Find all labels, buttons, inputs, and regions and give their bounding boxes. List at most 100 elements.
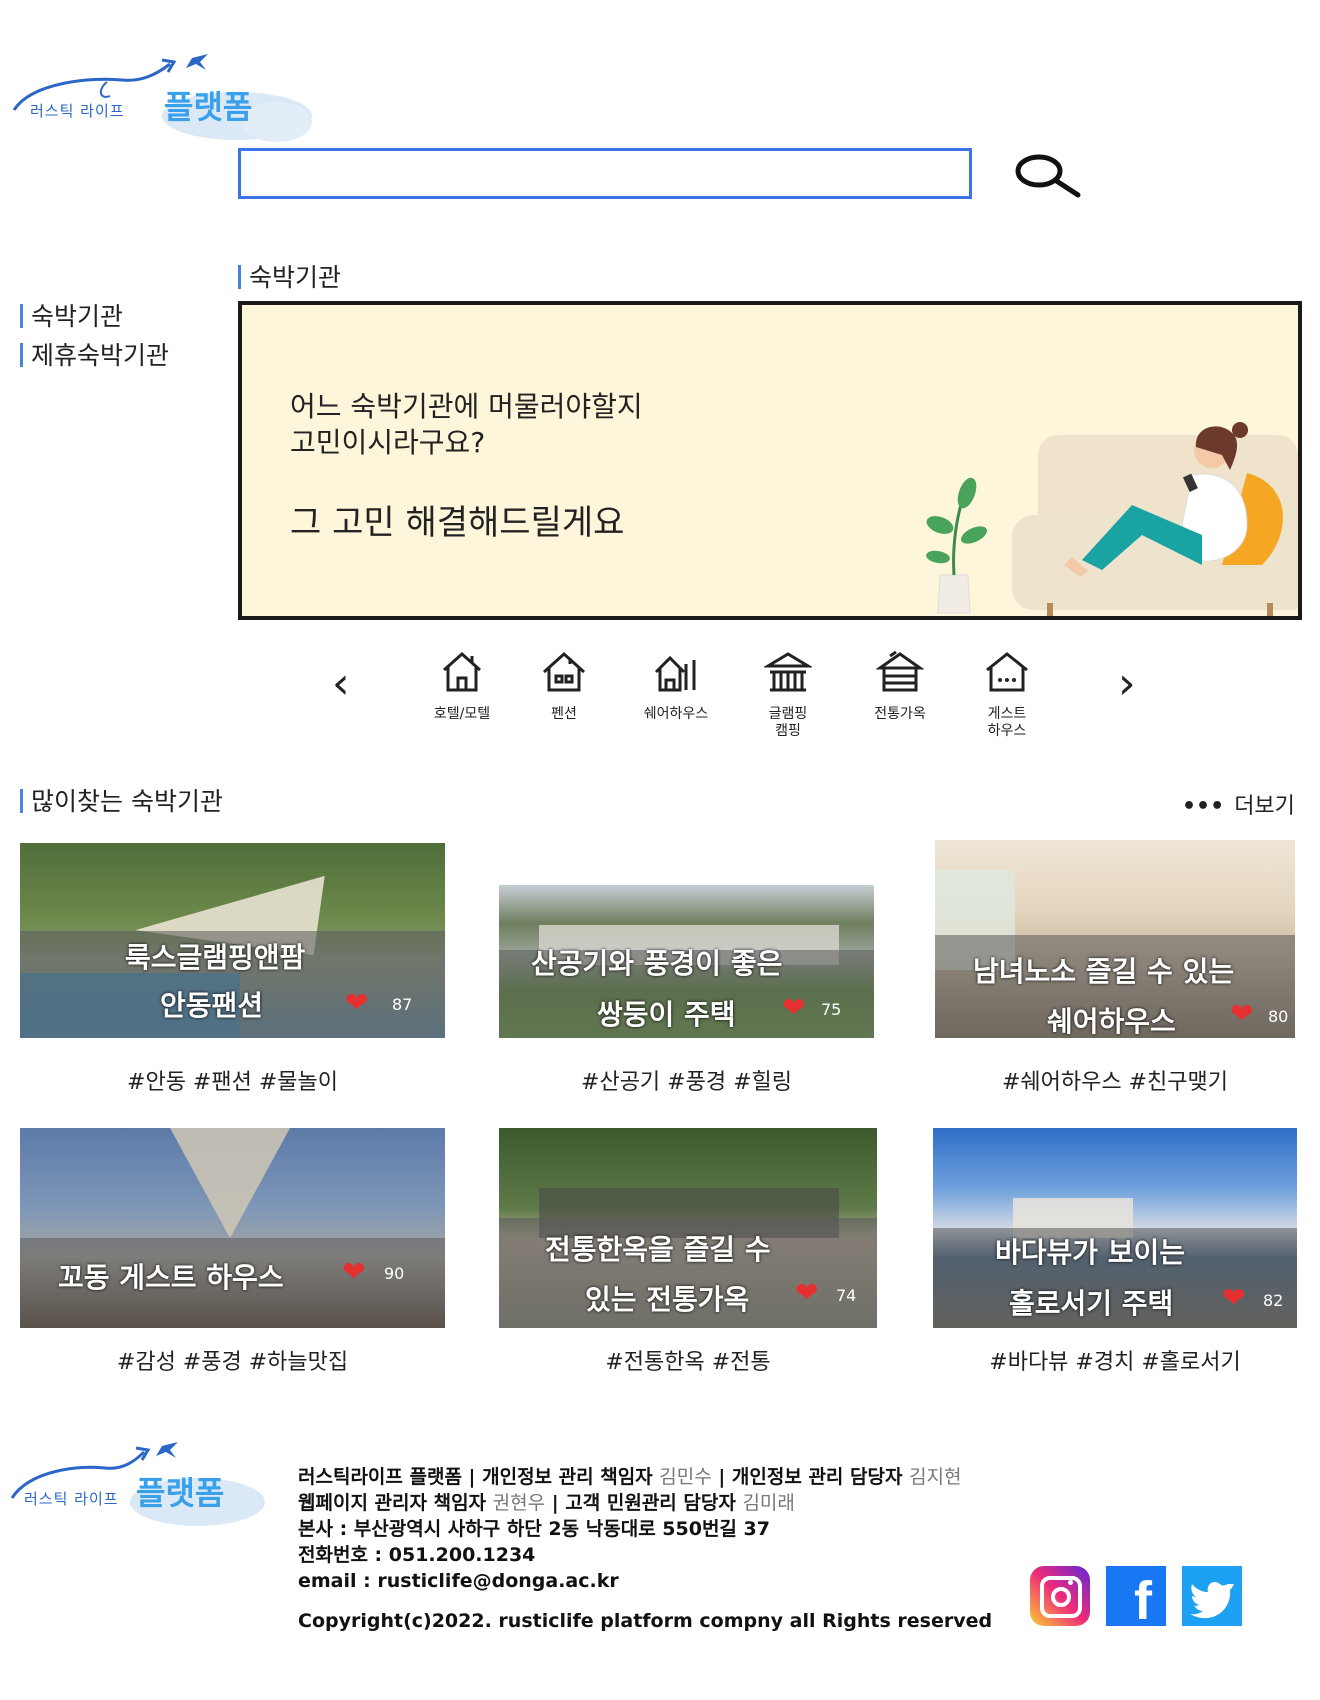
footer-line-2: 웹페이지 관리자 책임자 권현우 | 고객 민원관리 담당자 김미래 [298,1490,992,1516]
footer-name: 권현우 [492,1492,546,1514]
like-count: 90 [384,1264,405,1283]
footer-text: 웹페이지 관리자 책임자 [298,1492,493,1514]
heart-icon[interactable]: ❤ [1230,1000,1253,1028]
like-count: 82 [1263,1291,1284,1310]
search-button[interactable] [1006,148,1081,202]
traditional-house-icon [875,650,925,692]
site-logo[interactable]: 러스틱 라이프 플랫폼 [12,52,312,142]
card-title-line-1: 전통한옥을 즐길 수 [545,1233,771,1266]
logo-big-text: 플랫폼 [164,88,253,126]
card-tags: #전통한옥 #전통 [605,1350,771,1375]
share-house-icon [654,655,696,692]
footer-text: | 고객 민원관리 담당자 [545,1492,743,1514]
guest-house-icon [986,652,1028,692]
footer-address: 본사 : 부산광역시 사하구 하단 2동 낙동대로 550번길 37 [298,1518,770,1540]
card-title-line-1: 남녀노소 즐길 수 있는 [973,955,1235,988]
sidebar-item-accommodation[interactable]: 숙박기관 [20,297,123,333]
banner-line-3: 그 고민 해결해드릴게요 [290,503,625,543]
category-label: 글램핑 캠핑 [768,706,808,739]
card-tags: #바다뷰 #경치 #홀로서기 [989,1350,1241,1375]
category-prev-button[interactable]: ‹ [332,658,350,709]
accommodation-card[interactable]: 룩스글램핑앤팜 안동팬션 ❤ 87 [20,843,445,1038]
more-link-label: 더보기 [1234,794,1295,819]
sidebar-item-label: 제휴숙박기관 [31,341,170,370]
card-title-line-2: 홀로서기 주택 [1009,1287,1174,1320]
twitter-icon[interactable] [1182,1566,1242,1626]
like-count: 74 [836,1286,857,1305]
category-label: 전통가옥 [874,706,926,722]
logo-small-text: 러스틱 라이프 [30,102,125,120]
accent-bar [20,789,23,813]
more-link[interactable]: ••• 더보기 [1182,788,1295,820]
card-tags: #감성 #풍경 #하늘맛집 [116,1350,349,1375]
popular-title: 많이찾는 숙박기관 [20,782,223,818]
accommodation-card[interactable]: 산공기와 풍경이 좋은 쌍둥이 주택 ❤ 75 [499,885,874,1038]
search-icon [1015,154,1081,198]
more-dots-icon: ••• [1182,794,1225,819]
logo-big-text: 플랫폼 [136,1474,225,1512]
sidebar-item-label: 숙박기관 [31,302,124,331]
like-count: 80 [1268,1007,1289,1026]
category-traditional-house[interactable]: 전통가옥 [845,650,955,723]
card-tags: #산공기 #풍경 #힐링 [581,1070,792,1095]
footer-name: 김지현 [909,1466,962,1488]
instagram-icon[interactable] [1030,1566,1090,1626]
heart-icon[interactable]: ❤ [1222,1284,1245,1312]
banner-line-1: 어느 숙박기관에 머물러야할지 [290,390,643,423]
category-label: 펜션 [551,706,577,722]
accent-bar [238,265,241,289]
popular-title-text: 많이찾는 숙박기관 [31,787,223,816]
heart-icon[interactable]: ❤ [782,994,805,1022]
category-label: 호텔/모텔 [433,706,491,722]
heart-icon[interactable]: ❤ [345,989,368,1017]
like-count: 75 [821,1000,842,1019]
footer-info: 러스틱라이프 플랫폼 | 개인정보 관리 책임자 김민수 | 개인정보 관리 담… [298,1464,992,1634]
logo-small-text: 러스틱 라이프 [24,1490,119,1508]
accent-bar [20,343,23,367]
logo-cloud [242,102,312,142]
category-next-button[interactable]: › [1118,658,1136,709]
card-title-line-2: 있는 전통가옥 [585,1283,750,1316]
facebook-icon[interactable]: f [1106,1566,1166,1628]
heart-icon[interactable]: ❤ [795,1279,818,1307]
banner-illustration [926,422,1298,616]
section-title-text: 숙박기관 [249,263,342,292]
category-label: 쉐어하우스 [643,706,709,722]
banner-line-2: 고민이시라구요? [290,426,486,459]
heart-icon[interactable]: ❤ [342,1258,365,1286]
footer-text: | 개인정보 관리 담당자 [711,1466,910,1488]
category-label: 게스트 하우스 [987,706,1027,739]
section-title: 숙박기관 [238,258,341,294]
accommodation-card[interactable]: 꼬동 게스트 하우스 ❤ 90 [20,1128,445,1328]
glamping-icon [762,652,814,692]
card-title-line-1: 룩스글램핑앤팜 [125,941,306,974]
accommodation-card[interactable]: 남녀노소 즐길 수 있는 쉐어하우스 ❤ 80 [935,840,1295,1038]
card-title-line-2: 쌍둥이 주택 [597,998,736,1031]
hero-banner[interactable]: 어느 숙박기관에 머물러야할지 고민이시라구요? 그 고민 해결해드릴게요 [238,301,1302,620]
sidebar-item-partner-accommodation[interactable]: 제휴숙박기관 [20,336,169,372]
footer-logo[interactable]: 러스틱 라이프 플랫폼 [10,1440,270,1530]
category-glamping[interactable]: 글램핑 캠핑 [733,650,843,740]
footer-name: 김미래 [742,1492,795,1514]
card-tags: #쉐어하우스 #친구맺기 [1001,1070,1229,1095]
card-title-line-2: 쉐어하우스 [1047,1005,1176,1038]
card-title-line-2: 안동팬션 [160,989,264,1022]
house-pension-icon [542,651,586,692]
footer-name: 김민수 [659,1466,712,1488]
category-pension[interactable]: 펜션 [509,650,619,723]
footer-text: 러스틱라이프 플랫폼 | 개인정보 관리 책임자 [298,1466,660,1488]
card-title-line-1: 산공기와 풍경이 좋은 [531,947,783,980]
like-count: 87 [392,995,413,1014]
category-hotel-motel[interactable]: 호텔/모텔 [407,650,517,723]
accent-bar [20,304,23,328]
card-title-line-1: 꼬동 게스트 하우스 [58,1261,284,1294]
house-hotel-icon [443,651,481,692]
accommodation-card[interactable]: 전통한옥을 즐길 수 있는 전통가옥 ❤ 74 [499,1128,877,1328]
search-input[interactable] [238,148,972,199]
category-share-house[interactable]: 쉐어하우스 [621,650,731,723]
footer-copyright: Copyright(c)2022. rusticlife platform co… [298,1610,993,1632]
category-guest-house[interactable]: 게스트 하우스 [952,650,1062,740]
footer-phone: 전화번호 : 051.200.1234 [298,1544,536,1566]
accommodation-card[interactable]: 바다뷰가 보이는 홀로서기 주택 ❤ 82 [933,1128,1297,1328]
card-tags: #안동 #팬션 #물놀이 [127,1070,338,1095]
